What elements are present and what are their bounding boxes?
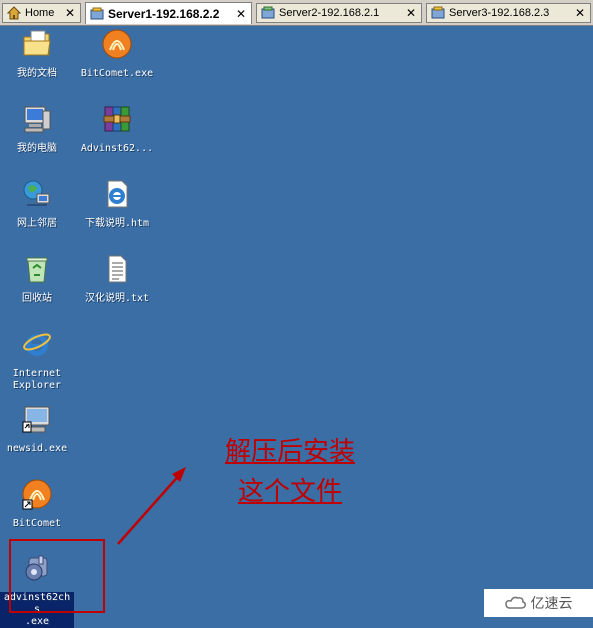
annotation-arrow [117, 467, 186, 545]
desktop-icon-newsid[interactable]: newsid.exe [0, 403, 74, 455]
watermark: 亿速云 [484, 589, 593, 617]
tab-home[interactable]: Home ✕ [2, 3, 81, 23]
tab-label: Home [25, 7, 55, 19]
text-file-icon [108, 255, 127, 283]
cloud-logo-icon [504, 596, 526, 609]
winrar-archive-icon [103, 106, 131, 132]
desktop-icon-my-computer[interactable]: 我的电脑 [0, 103, 74, 155]
desktop-icon-label: Internet Explorer [12, 368, 62, 391]
tab-bar: Home ✕ Server1-192.168.2.2 ✕ Server2-192… [0, 0, 593, 26]
desktop-icon-bitcomet-shortcut[interactable]: BitComet [0, 478, 74, 530]
vm-icon [90, 7, 104, 19]
annotation-line-1: 解压后安装 [224, 437, 355, 467]
watermark-text: 亿速云 [530, 596, 573, 612]
tab-server1[interactable]: Server1-192.168.2.2 ✕ [85, 2, 252, 24]
home-icon [7, 6, 21, 20]
desktop-icon-label: 我的文档 [17, 68, 57, 79]
desktop-icon-label: BitComet.exe [80, 68, 154, 79]
desktop-icon-network-places[interactable]: 网上邻居 [0, 178, 74, 230]
close-icon[interactable]: ✕ [574, 7, 586, 19]
close-icon[interactable]: ✕ [64, 7, 76, 19]
desktop-icon-bitcomet-exe[interactable]: BitComet.exe [80, 28, 154, 80]
bitcomet-icon [102, 29, 132, 59]
close-icon[interactable]: ✕ [235, 8, 247, 20]
desktop-icon-label: 下载说明.htm [84, 218, 150, 229]
annotation-line-2: 这个文件 [237, 477, 342, 507]
desktop-icon-internet-explorer[interactable]: Internet Explorer [0, 328, 74, 392]
desktop-icon-download-readme[interactable]: 下载说明.htm [80, 178, 154, 230]
highlight-box [9, 539, 105, 613]
network-places-icon [23, 180, 50, 206]
tab-label: Server1-192.168.2.2 [108, 6, 220, 21]
desktop-icon-label: Advinst62... [80, 143, 154, 154]
tab-server2[interactable]: Server2-192.168.2.1 ✕ [256, 3, 422, 23]
desktop-icon-chinese-readme[interactable]: 汉化说明.txt [80, 253, 154, 305]
desktop-icon-advinst-archive[interactable]: Advinst62... [80, 103, 154, 155]
vm-icon [261, 6, 275, 19]
newsid-icon [22, 406, 50, 433]
vm-icon [431, 6, 445, 19]
recycle-bin-icon [26, 257, 48, 283]
desktop-icon-recycle-bin[interactable]: 回收站 [0, 253, 74, 305]
close-icon[interactable]: ✕ [405, 7, 417, 19]
my-computer-icon [24, 106, 51, 133]
internet-explorer-icon [23, 333, 51, 356]
tab-server3[interactable]: Server3-192.168.2.3 ✕ [426, 3, 591, 23]
desktop-icon-label: 网上邻居 [17, 218, 57, 229]
desktop-icon-my-documents[interactable]: 我的文档 [0, 28, 74, 80]
desktop-icon-label: BitComet [12, 518, 62, 529]
tab-label: Server3-192.168.2.3 [449, 7, 550, 19]
annotation-text: 解压后安装 这个文件 [200, 432, 380, 512]
desktop-icon-label: 我的电脑 [17, 143, 57, 154]
bitcomet-icon [22, 479, 52, 510]
html-file-icon [107, 180, 128, 208]
desktop-icon-label: 汉化说明.txt [84, 293, 150, 304]
tab-label: Server2-192.168.2.1 [279, 7, 380, 19]
desktop-icon-label: newsid.exe [6, 443, 68, 454]
my-documents-icon [23, 30, 51, 56]
desktop-icon-label: 回收站 [22, 293, 52, 304]
